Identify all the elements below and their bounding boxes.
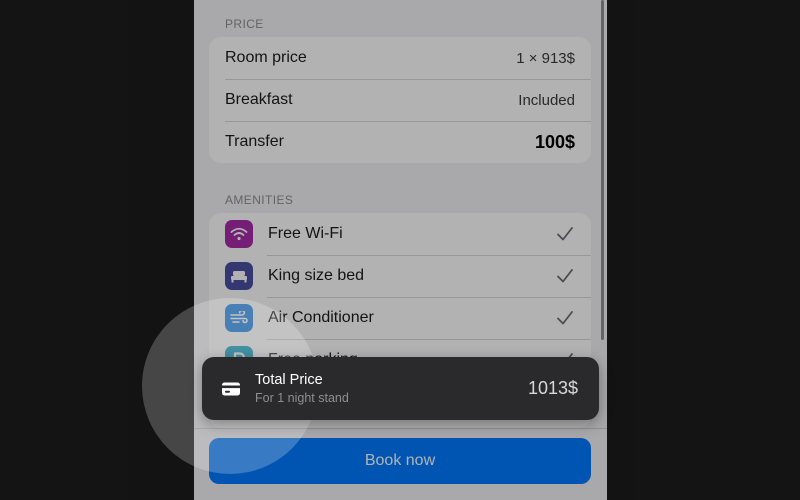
amenities-section-header: AMENITIES — [225, 193, 294, 207]
price-row-value: Included — [518, 91, 575, 109]
price-row-transfer: Transfer 100$ — [209, 121, 591, 163]
amenity-label: Free Wi-Fi — [268, 225, 343, 242]
wind-icon — [225, 304, 253, 332]
price-row-value: 1 × 913$ — [516, 49, 575, 67]
scrollbar[interactable] — [601, 0, 604, 340]
checkmark-icon — [557, 269, 573, 283]
toast-subtitle: For 1 night stand — [255, 391, 349, 405]
bed-icon — [225, 262, 253, 290]
amenity-row-wifi[interactable]: Free Wi-Fi — [209, 213, 591, 255]
stage: PRICE Room price 1 × 913$ Breakfast Incl… — [0, 0, 800, 500]
toast-text: Total Price For 1 night stand — [255, 372, 528, 405]
price-row-value: 100$ — [534, 131, 575, 152]
price-row-label: Transfer — [225, 133, 284, 150]
amenity-row-bed[interactable]: King size bed — [209, 255, 591, 297]
toast-total-price: 1013$ — [527, 378, 578, 398]
book-now-button[interactable]: Book now — [209, 438, 591, 484]
booking-screen: PRICE Room price 1 × 913$ Breakfast Incl… — [194, 0, 607, 500]
total-price-toast[interactable]: Total Price For 1 night stand 1013$ — [202, 357, 599, 420]
amenity-label: King size bed — [268, 267, 365, 284]
price-card: Room price 1 × 913$ Breakfast Included T… — [209, 37, 591, 163]
price-section-header: PRICE — [225, 17, 264, 31]
price-row-label: Breakfast — [225, 91, 293, 108]
checkmark-icon — [557, 227, 573, 241]
toast-title: Total Price — [255, 372, 323, 388]
checkmark-icon — [557, 311, 573, 325]
price-row-breakfast: Breakfast Included — [209, 79, 591, 121]
price-row-label: Room price — [225, 49, 307, 66]
amenity-row-ac[interactable]: Air Conditioner — [209, 297, 591, 339]
footer-bar: Book now — [194, 428, 607, 500]
price-row-room: Room price 1 × 913$ — [209, 37, 591, 79]
credit-card-icon — [222, 382, 240, 395]
wifi-icon — [225, 220, 253, 248]
amenity-label: Air Conditioner — [268, 309, 374, 326]
